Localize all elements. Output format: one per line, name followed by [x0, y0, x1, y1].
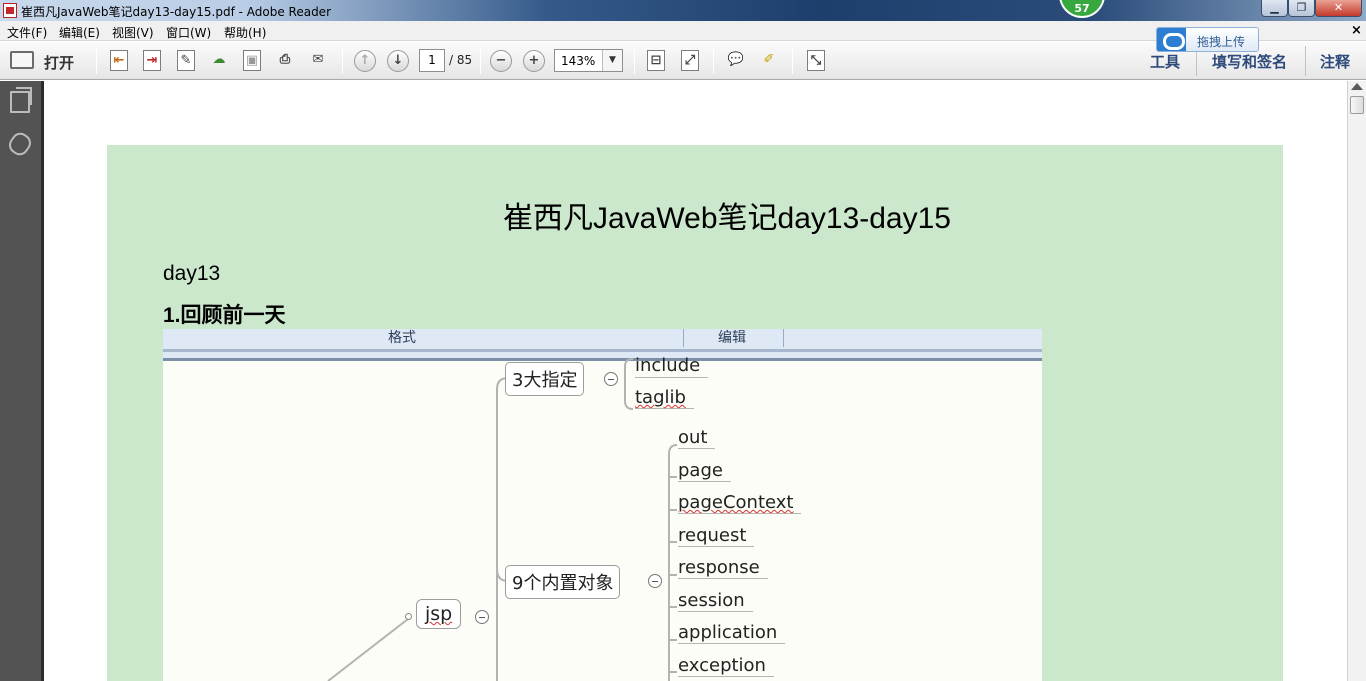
- collapse-icon: [475, 610, 489, 624]
- tab-comment[interactable]: 注释: [1320, 51, 1350, 72]
- tab-divider: [1305, 46, 1306, 76]
- mindmap-leaf: session: [678, 590, 753, 612]
- zoom-in-icon[interactable]: +: [523, 50, 545, 72]
- minimize-button[interactable]: ▁: [1261, 0, 1288, 17]
- mindmap-leaf: response: [678, 557, 768, 579]
- document-title: 崔西凡JavaWeb笔记day13-day15: [503, 202, 951, 235]
- scroll-thumb[interactable]: [1350, 96, 1364, 114]
- menu-help[interactable]: 帮助(H): [224, 24, 266, 41]
- toolbar-divider: [480, 48, 481, 74]
- cloud-upload-icon: [1157, 28, 1186, 51]
- page-number-input[interactable]: 1: [419, 49, 445, 72]
- collapse-icon: [604, 372, 618, 386]
- mindmap-connectors: [327, 358, 678, 681]
- full-screen-icon[interactable]: ⤡: [807, 50, 825, 71]
- drag-upload-label: 拖拽上传: [1197, 35, 1246, 49]
- mindmap-leaf: exception: [678, 655, 774, 677]
- toolbar-divider: [713, 48, 714, 74]
- mindmap-leaf: out: [678, 427, 716, 449]
- section-heading: 1.回顾前一天: [163, 304, 286, 327]
- next-page-icon[interactable]: ↓: [387, 50, 409, 72]
- print-icon[interactable]: ⎙: [274, 50, 296, 72]
- restore-icon: ❐: [1296, 1, 1307, 14]
- open-button[interactable]: 打开: [44, 52, 74, 73]
- mindmap-leaf: page: [678, 460, 731, 482]
- close-icon: ✕: [1333, 1, 1344, 14]
- zoom-out-icon[interactable]: −: [490, 50, 512, 72]
- drag-upload-button[interactable]: 拖拽上传: [1156, 27, 1259, 52]
- sticky-note-icon[interactable]: 💬: [725, 50, 747, 72]
- mindmap-leaf: request: [678, 525, 755, 547]
- tab-tools[interactable]: 工具: [1150, 51, 1180, 72]
- previous-page-icon[interactable]: ↑: [354, 50, 376, 72]
- title-bar: 崔西凡JavaWeb笔记day13-day15.pdf - Adobe Read…: [0, 0, 1366, 21]
- toolbar-divider: [96, 48, 97, 74]
- create-pdf-icon[interactable]: ⇤: [110, 50, 128, 71]
- toolbar-divider: [342, 48, 343, 74]
- page-total: / 85: [449, 53, 473, 67]
- mindmap-leaf: application: [678, 622, 786, 644]
- zoom-select[interactable]: 143% ▼: [554, 49, 623, 72]
- scroll-up-icon[interactable]: [1351, 83, 1363, 90]
- minimize-icon: ▁: [1270, 1, 1279, 14]
- zoom-value: 143%: [561, 54, 596, 68]
- menu-edit[interactable]: 编辑(E): [59, 24, 100, 41]
- save-icon[interactable]: ▣: [243, 50, 261, 71]
- mindmap-node-directives: 3大指定: [505, 362, 585, 396]
- vertical-scrollbar[interactable]: [1347, 81, 1366, 681]
- notification-badge[interactable]: 57: [1059, 0, 1105, 18]
- close-document-icon[interactable]: ×: [1351, 23, 1362, 38]
- menu-file[interactable]: 文件(F): [7, 24, 47, 41]
- fit-page-icon[interactable]: ⊟: [647, 50, 665, 71]
- tab-fill-sign[interactable]: 填写和签名: [1212, 51, 1287, 72]
- maximize-button[interactable]: ❐: [1288, 0, 1315, 17]
- mindmap-leaf: pageContext: [678, 492, 802, 514]
- adobe-reader-icon: [3, 3, 17, 18]
- folder-open-icon[interactable]: [10, 51, 34, 69]
- toolbar-divider: [634, 48, 635, 74]
- mindmap-leaf: taglib: [635, 387, 694, 409]
- toolbar-divider: [792, 48, 793, 74]
- attachments-icon[interactable]: [5, 129, 35, 159]
- window-title: 崔西凡JavaWeb笔记day13-day15.pdf - Adobe Read…: [21, 5, 331, 19]
- menu-window[interactable]: 窗口(W): [166, 24, 211, 41]
- collapse-icon: [648, 574, 662, 588]
- fit-width-icon[interactable]: ⤢: [681, 50, 699, 71]
- mindmap-node-implicit-objects: 9个内置对象: [505, 565, 621, 599]
- node-connector-dot: [405, 613, 412, 620]
- close-window-button[interactable]: ✕: [1315, 0, 1362, 17]
- export-pdf-icon[interactable]: ⇥: [143, 50, 161, 71]
- page-thumbnails-icon[interactable]: [10, 87, 32, 113]
- navigation-panel: [0, 81, 42, 681]
- highlight-text-icon[interactable]: ✐: [758, 50, 780, 72]
- mindmap-root-node: jsp: [416, 599, 462, 629]
- mindmap-leaf: include: [635, 356, 709, 378]
- email-icon[interactable]: ✉: [307, 50, 329, 72]
- mindmap-screenshot: 格式 编辑 jsp 3大指定 include taglib 9个内置对象 out…: [163, 329, 1042, 681]
- menu-view[interactable]: 视图(V): [112, 24, 154, 41]
- section-day: day13: [163, 262, 221, 285]
- chevron-down-icon[interactable]: ▼: [602, 50, 622, 71]
- edit-pdf-icon[interactable]: ✎: [177, 50, 195, 71]
- upload-cloud-icon[interactable]: ☁: [208, 50, 230, 72]
